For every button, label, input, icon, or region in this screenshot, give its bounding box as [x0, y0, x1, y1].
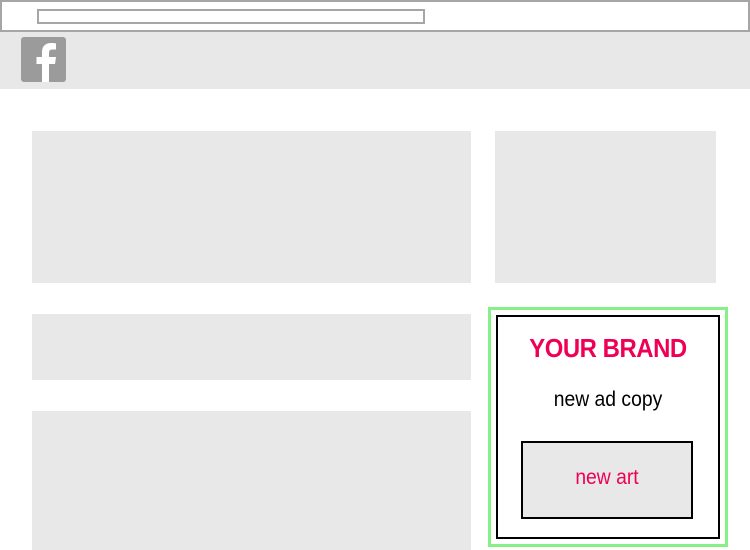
sidebar-placeholder-top [495, 131, 716, 283]
ad-copy-text: new ad copy [553, 388, 663, 411]
feed-placeholder-bottom [32, 411, 471, 550]
ad-art-image[interactable]: new art [521, 441, 693, 519]
ad-art-label: new art [575, 466, 639, 489]
facebook-logo-icon[interactable] [21, 37, 66, 82]
feed-placeholder-top [32, 131, 471, 283]
address-bar-input[interactable] [37, 9, 425, 24]
feed-placeholder-middle [32, 314, 471, 380]
sponsored-ad-card[interactable]: YOUR BRAND new ad copy new art [496, 315, 720, 539]
browser-toolbar [0, 0, 750, 32]
facebook-header-bar [0, 32, 750, 89]
ad-brand-title: YOUR BRAND [529, 333, 687, 363]
ad-highlight-frame: YOUR BRAND new ad copy new art [488, 307, 728, 547]
